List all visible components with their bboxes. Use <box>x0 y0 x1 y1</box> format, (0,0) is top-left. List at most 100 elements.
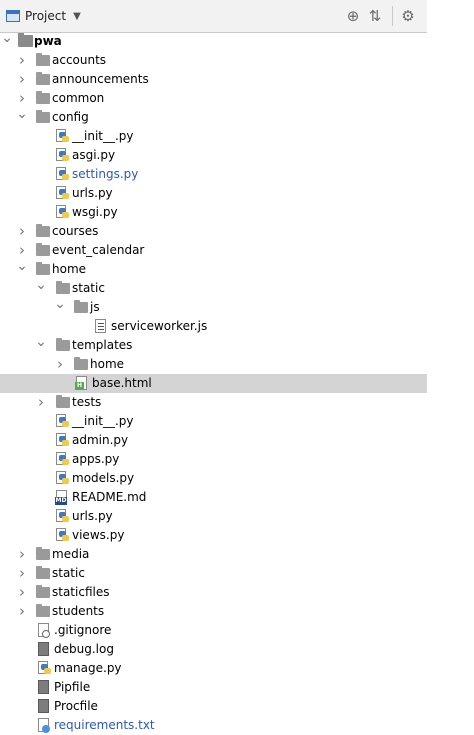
tree-folder-row[interactable]: ⌄ js <box>0 297 427 317</box>
tree-file-row[interactable]: urls.py <box>0 507 427 526</box>
tree-file-row[interactable]: asgi.py <box>0 146 427 165</box>
tree-item-label: apps.py <box>72 452 120 466</box>
tree-file-row[interactable]: requirements.txt <box>0 716 427 735</box>
tree-folder-row[interactable]: ⌄ home <box>0 259 427 279</box>
tree-file-row[interactable]: manage.py <box>0 659 427 678</box>
folder-icon <box>36 604 50 617</box>
folder-icon <box>56 338 70 351</box>
tree-item-label: config <box>52 110 89 124</box>
tree-item-label: debug.log <box>54 642 114 656</box>
tree-item-label: staticfiles <box>52 585 110 599</box>
folder-icon <box>74 300 88 313</box>
tree-folder-row[interactable]: › event_calendar <box>0 241 427 260</box>
text-file-icon <box>38 642 49 656</box>
tree-item-label: pwa <box>34 34 62 48</box>
tree-folder-row[interactable]: › accounts <box>0 51 427 70</box>
tree-item-label: base.html <box>92 376 152 390</box>
tree-file-row[interactable]: .gitignore <box>0 621 427 640</box>
tree-item-label: wsgi.py <box>72 205 118 219</box>
tree-folder-row[interactable]: › staticfiles <box>0 583 427 602</box>
tree-file-row[interactable]: Pipfile <box>0 678 427 697</box>
project-header: Project ▼ ⊕ ⇅ ⚙ <box>0 0 427 33</box>
project-tool-window: Project ▼ ⊕ ⇅ ⚙ ⌄ pwa › accounts › announceme… <box>0 0 427 734</box>
tree-file-row[interactable]: urls.py <box>0 184 427 203</box>
python-file-icon <box>56 452 69 466</box>
tree-item-label: students <box>52 604 105 618</box>
folder-icon <box>36 566 50 579</box>
tree-file-row[interactable]: views.py <box>0 526 427 545</box>
toolbar-divider <box>392 6 393 26</box>
chevron-down-icon[interactable]: ▼ <box>73 11 81 22</box>
expand-arrow-open-icon[interactable]: ⌄ <box>35 278 47 298</box>
folder-icon <box>56 395 70 408</box>
tree-item-label: common <box>52 91 105 105</box>
expand-arrow-open-icon[interactable]: ⌄ <box>16 259 28 279</box>
python-file-icon <box>56 471 69 485</box>
folder-icon <box>36 224 50 237</box>
tree-folder-row[interactable]: › static <box>0 564 427 583</box>
expand-arrow-closed-icon[interactable]: › <box>16 545 28 564</box>
collapse-all-icon[interactable]: ⇅ <box>364 0 386 32</box>
project-view-icon <box>6 10 20 22</box>
tree-folder-row[interactable]: ⌄ pwa <box>0 31 427 51</box>
tree-file-row[interactable]: apps.py <box>0 450 427 469</box>
tree-folder-row[interactable]: › media <box>0 545 427 564</box>
expand-arrow-closed-icon[interactable]: › <box>16 564 28 583</box>
tree-file-row[interactable]: Procfile <box>0 697 427 716</box>
python-file-icon <box>56 167 69 181</box>
expand-arrow-closed-icon[interactable]: › <box>16 222 28 241</box>
tree-folder-row[interactable]: ⌄ config <box>0 107 427 127</box>
tree-file-row[interactable]: serviceworker.js <box>0 317 427 336</box>
tree-folder-row[interactable]: › students <box>0 602 427 621</box>
tree-file-row[interactable]: models.py <box>0 469 427 488</box>
tree-folder-row[interactable]: ⌄ templates <box>0 335 427 355</box>
tree-file-row[interactable]: MD README.md <box>0 488 427 507</box>
tree-item-label: README.md <box>72 490 147 504</box>
python-file-icon <box>56 414 69 428</box>
tree-folder-row[interactable]: › home <box>0 355 427 374</box>
tree-item-label: home <box>90 357 125 371</box>
expand-arrow-closed-icon[interactable]: › <box>54 355 66 374</box>
tree-item-label: admin.py <box>72 433 129 447</box>
expand-arrow-closed-icon[interactable]: › <box>35 393 47 412</box>
python-file-icon <box>56 528 69 542</box>
tree-folder-row[interactable]: › tests <box>0 393 427 412</box>
folder-icon <box>36 547 50 560</box>
tree-item-label: tests <box>72 395 102 409</box>
project-tree: ⌄ pwa › accounts › announcements › common ⌄ confi… <box>0 31 427 735</box>
tree-file-row[interactable]: wsgi.py <box>0 203 427 222</box>
tree-folder-row[interactable]: › courses <box>0 222 427 241</box>
expand-arrow-open-icon[interactable]: ⌄ <box>54 297 66 317</box>
tree-file-row[interactable]: __init__.py <box>0 412 427 431</box>
project-view-selector[interactable]: Project <box>25 9 66 23</box>
tree-folder-row[interactable]: › announcements <box>0 70 427 89</box>
tree-file-row[interactable]: __init__.py <box>0 127 427 146</box>
expand-arrow-closed-icon[interactable]: › <box>16 70 28 89</box>
expand-arrow-open-icon[interactable]: ⌄ <box>35 335 47 355</box>
tree-item-label: announcements <box>52 72 149 86</box>
tree-item-label: home <box>52 262 87 276</box>
header-toolbar: ⊕ ⇅ ⚙ <box>342 0 419 32</box>
settings-gear-icon[interactable]: ⚙ <box>397 0 419 32</box>
tree-item-label: views.py <box>72 528 125 542</box>
python-file-icon <box>56 509 69 523</box>
tree-file-row[interactable]: settings.py <box>0 165 427 184</box>
tree-item-label: accounts <box>52 53 107 67</box>
expand-arrow-closed-icon[interactable]: › <box>16 51 28 70</box>
expand-arrow-open-icon[interactable]: ⌄ <box>16 107 28 127</box>
text-file-icon <box>38 680 49 694</box>
expand-arrow-closed-icon[interactable]: › <box>16 583 28 602</box>
folder-icon <box>36 110 50 123</box>
tree-item-label: models.py <box>72 471 135 485</box>
tree-folder-row[interactable]: › common <box>0 89 427 108</box>
tree-item-label: asgi.py <box>72 148 116 162</box>
expand-arrow-open-icon[interactable]: ⌄ <box>1 31 13 51</box>
tree-file-row[interactable]: debug.log <box>0 640 427 659</box>
tree-file-row[interactable]: admin.py <box>0 431 427 450</box>
expand-arrow-closed-icon[interactable]: › <box>16 602 28 621</box>
tree-file-row[interactable]: Hbase.html <box>0 374 427 393</box>
plain-file-icon <box>38 699 49 713</box>
folder-icon <box>36 72 50 85</box>
locate-icon[interactable]: ⊕ <box>342 0 364 32</box>
tree-item-label: Procfile <box>54 699 98 713</box>
